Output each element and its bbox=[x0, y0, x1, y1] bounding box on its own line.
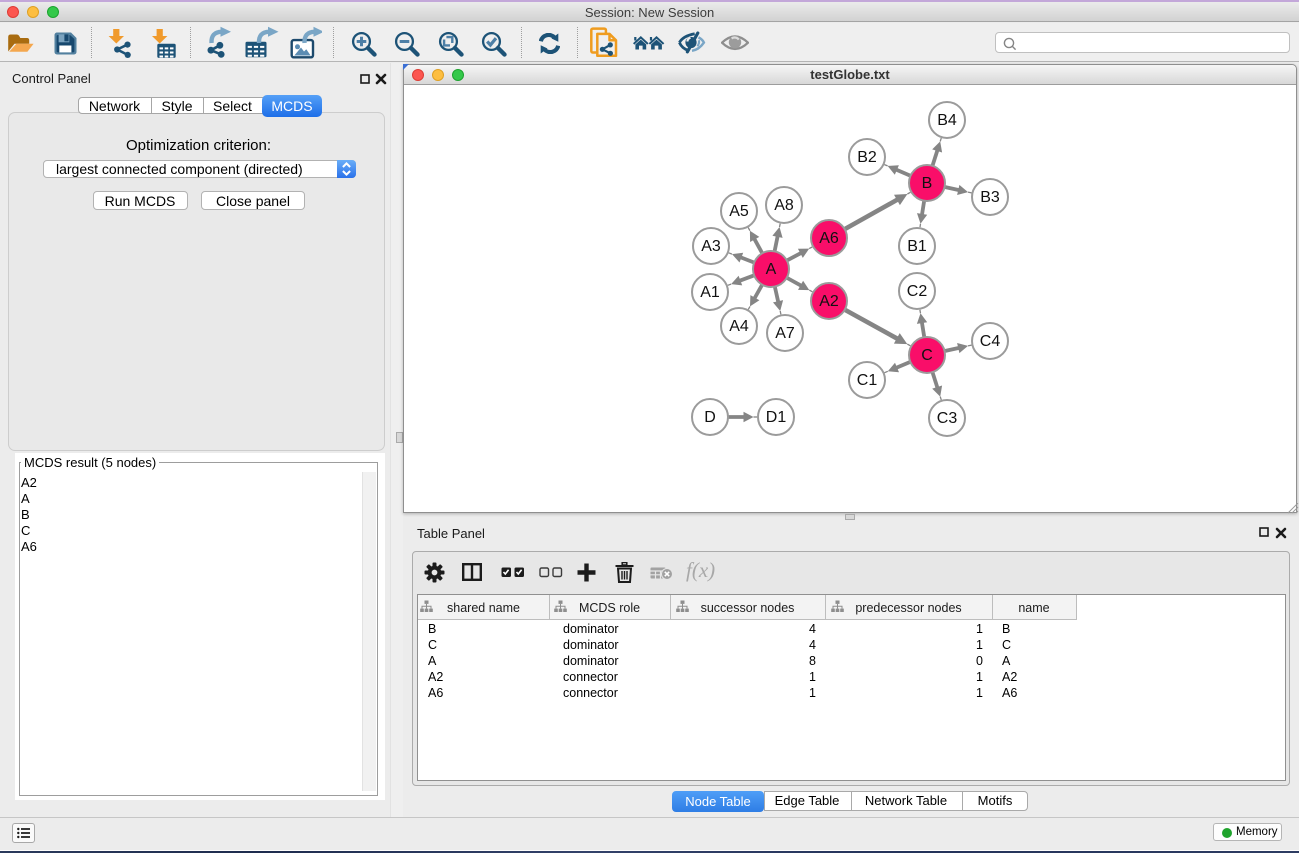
svg-text:A8: A8 bbox=[774, 197, 794, 214]
svg-text:A6: A6 bbox=[819, 230, 839, 247]
svg-text:C: C bbox=[921, 347, 933, 364]
svg-text:D1: D1 bbox=[766, 409, 787, 426]
svg-text:C2: C2 bbox=[907, 283, 928, 300]
svg-text:C4: C4 bbox=[980, 333, 1001, 350]
svg-text:C3: C3 bbox=[937, 410, 958, 427]
svg-text:A: A bbox=[766, 261, 777, 278]
svg-text:B1: B1 bbox=[907, 238, 927, 255]
svg-text:B2: B2 bbox=[857, 149, 877, 166]
svg-text:D: D bbox=[704, 409, 716, 426]
svg-text:A3: A3 bbox=[701, 238, 721, 255]
svg-text:B4: B4 bbox=[937, 112, 957, 129]
svg-text:A5: A5 bbox=[729, 203, 749, 220]
svg-text:A4: A4 bbox=[729, 318, 749, 335]
svg-text:A7: A7 bbox=[775, 325, 795, 342]
svg-text:C1: C1 bbox=[857, 372, 878, 389]
svg-text:A2: A2 bbox=[819, 293, 839, 310]
svg-text:A1: A1 bbox=[700, 284, 720, 301]
svg-text:B3: B3 bbox=[980, 189, 1000, 206]
svg-text:B: B bbox=[922, 175, 933, 192]
